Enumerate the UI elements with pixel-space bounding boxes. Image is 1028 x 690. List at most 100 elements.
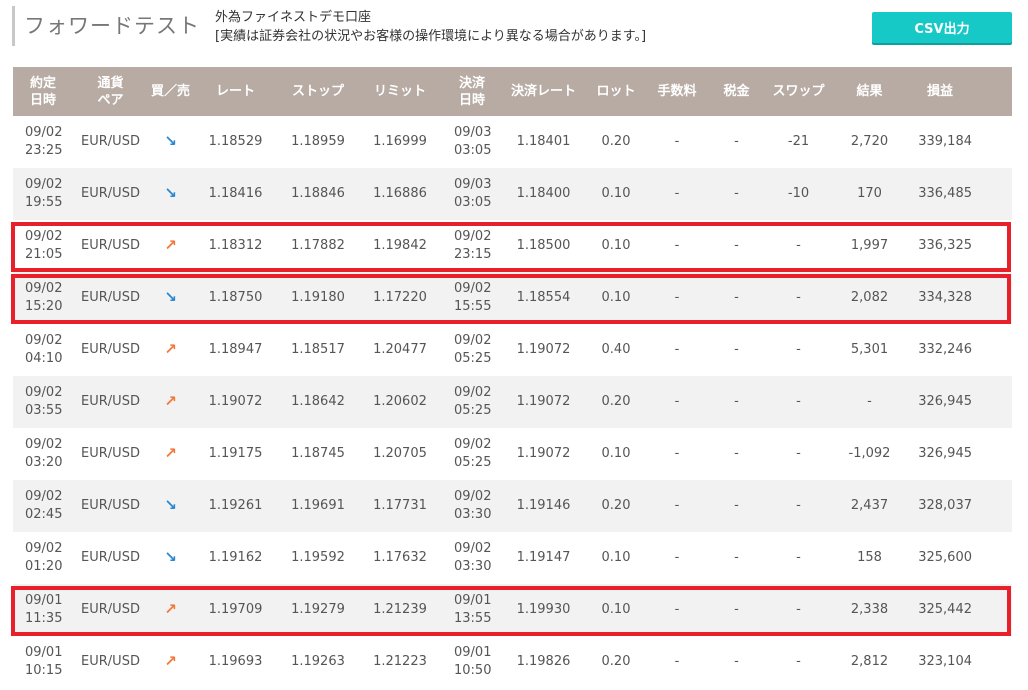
close-datetime-time: 03:05 <box>454 143 492 158</box>
result: -1,092 <box>848 446 891 461</box>
close-datetime-time: 10:50 <box>454 663 492 678</box>
open-datetime-time: 23:25 <box>25 143 63 158</box>
close-datetime-time: 05:25 <box>454 351 492 366</box>
column-header-label: 決済 <box>458 75 485 91</box>
result: 170 <box>857 186 882 201</box>
open-datetime-time: 03:55 <box>25 403 63 418</box>
tax: - <box>734 134 739 149</box>
entry-rate: 1.18529 <box>208 134 263 149</box>
profit-loss: 336,485 <box>918 186 972 201</box>
table-row: 09/02 03:20 EUR/USD ↗ 1.19175 1.18745 1.20705 0… <box>13 428 1012 480</box>
limit-rate: 1.21223 <box>373 654 427 669</box>
close-rate: 1.19072 <box>516 342 571 357</box>
sell-arrow-icon: ↘ <box>164 132 177 150</box>
buy-arrow-icon: ↗ <box>164 392 177 410</box>
trade-direction: ↗ <box>148 392 193 412</box>
column-header: 決済レート <box>502 83 585 100</box>
close-rate: 1.19147 <box>516 550 571 565</box>
column-header: 税金 <box>707 83 766 100</box>
open-datetime: 09/02 01:20 <box>13 540 73 576</box>
close-datetime-date: 09/02 <box>454 385 492 400</box>
trade-history-table: 約定 日時 通貨 ペア 買／売 レート ストップ リミット 決済 日時 決済レート ロット 手数料 税金ス… <box>13 67 1012 688</box>
column-header-label: 結果 <box>856 84 883 99</box>
column-header-label: 通貨 <box>97 75 124 91</box>
open-datetime-time: 04:10 <box>25 351 63 366</box>
stop-rate: 1.19180 <box>291 290 345 305</box>
close-datetime: 09/02 05:25 <box>442 332 502 368</box>
sell-arrow-icon: ↘ <box>164 184 177 202</box>
stop-rate: 1.19592 <box>291 550 345 565</box>
buy-arrow-icon: ↗ <box>164 600 177 618</box>
commission: - <box>674 602 680 617</box>
buy-arrow-icon: ↗ <box>164 444 177 462</box>
tax: - <box>734 550 739 565</box>
open-datetime: 09/02 04:10 <box>13 332 73 368</box>
lot-size: 0.20 <box>601 498 631 513</box>
close-rate: 1.19146 <box>516 498 571 513</box>
close-datetime-time: 15:55 <box>454 299 492 314</box>
column-header-label: 買／売 <box>150 84 190 99</box>
entry-rate: 1.18750 <box>208 290 263 305</box>
commission: - <box>674 446 680 461</box>
open-datetime-date: 09/02 <box>25 177 63 192</box>
column-header: 結果 <box>831 83 908 100</box>
lot-size: 0.10 <box>601 550 631 565</box>
commission: - <box>674 654 680 669</box>
close-datetime: 09/02 15:55 <box>442 280 502 316</box>
limit-rate: 1.17731 <box>373 498 427 513</box>
table-row: 09/02 21:05 EUR/USD ↗ 1.18312 1.17882 1.19842 0… <box>13 220 1012 272</box>
buy-arrow-icon: ↗ <box>164 340 177 358</box>
result: - <box>867 394 872 409</box>
trade-direction: ↘ <box>148 548 193 568</box>
currency-pair: EUR/USD <box>81 602 140 617</box>
stop-rate: 1.19691 <box>291 498 345 513</box>
open-datetime-time: 15:20 <box>25 299 63 314</box>
trade-direction: ↘ <box>148 496 193 516</box>
limit-rate: 1.20705 <box>373 446 427 461</box>
column-header-label: 約定 <box>29 75 56 91</box>
column-header-label: 損益 <box>926 84 953 99</box>
close-datetime: 09/02 03:30 <box>442 540 502 576</box>
entry-rate: 1.18312 <box>208 238 263 253</box>
close-datetime: 09/02 03:30 <box>442 488 502 524</box>
close-datetime-time: 05:25 <box>454 455 492 470</box>
column-header: 買／売 <box>148 83 193 100</box>
column-header-label: ストップ <box>291 84 344 99</box>
column-header-label: レート <box>215 84 255 99</box>
stop-rate: 1.18642 <box>291 394 345 409</box>
stop-rate: 1.18745 <box>291 446 345 461</box>
entry-rate: 1.19072 <box>208 394 263 409</box>
currency-pair: EUR/USD <box>81 186 140 201</box>
currency-pair: EUR/USD <box>81 498 140 513</box>
stop-rate: 1.19263 <box>291 654 345 669</box>
close-datetime-time: 03:05 <box>454 195 492 210</box>
close-datetime-time: 03:30 <box>454 507 492 522</box>
csv-export-button[interactable]: CSV出力 <box>872 12 1012 43</box>
result: 2,338 <box>850 602 889 617</box>
profit-loss: 326,945 <box>918 446 972 461</box>
close-rate: 1.19826 <box>516 654 571 669</box>
close-datetime: 09/02 05:25 <box>442 384 502 420</box>
sell-arrow-icon: ↘ <box>164 496 177 514</box>
commission: - <box>674 550 680 565</box>
open-datetime-time: 03:20 <box>25 455 63 470</box>
entry-rate: 1.18947 <box>208 342 263 357</box>
trade-direction: ↗ <box>148 652 193 672</box>
close-datetime-date: 09/02 <box>454 541 492 556</box>
column-header: 決済 日時 <box>442 75 502 109</box>
lot-size: 0.20 <box>601 394 631 409</box>
open-datetime-date: 09/02 <box>25 489 63 504</box>
result: 2,812 <box>850 654 889 669</box>
table-row: 09/02 23:25 EUR/USD ↘ 1.18529 1.18959 1.16999 0… <box>13 116 1012 168</box>
result: 2,437 <box>850 498 889 513</box>
sell-arrow-icon: ↘ <box>164 548 177 566</box>
close-datetime-date: 09/02 <box>454 281 492 296</box>
lot-size: 0.10 <box>601 290 631 305</box>
limit-rate: 1.17220 <box>373 290 427 305</box>
trade-direction: ↗ <box>148 236 193 256</box>
profit-loss: 326,945 <box>918 394 972 409</box>
close-datetime: 09/03 03:05 <box>442 176 502 212</box>
swap: - <box>796 602 801 617</box>
limit-rate: 1.20602 <box>373 394 427 409</box>
tax: - <box>734 602 739 617</box>
